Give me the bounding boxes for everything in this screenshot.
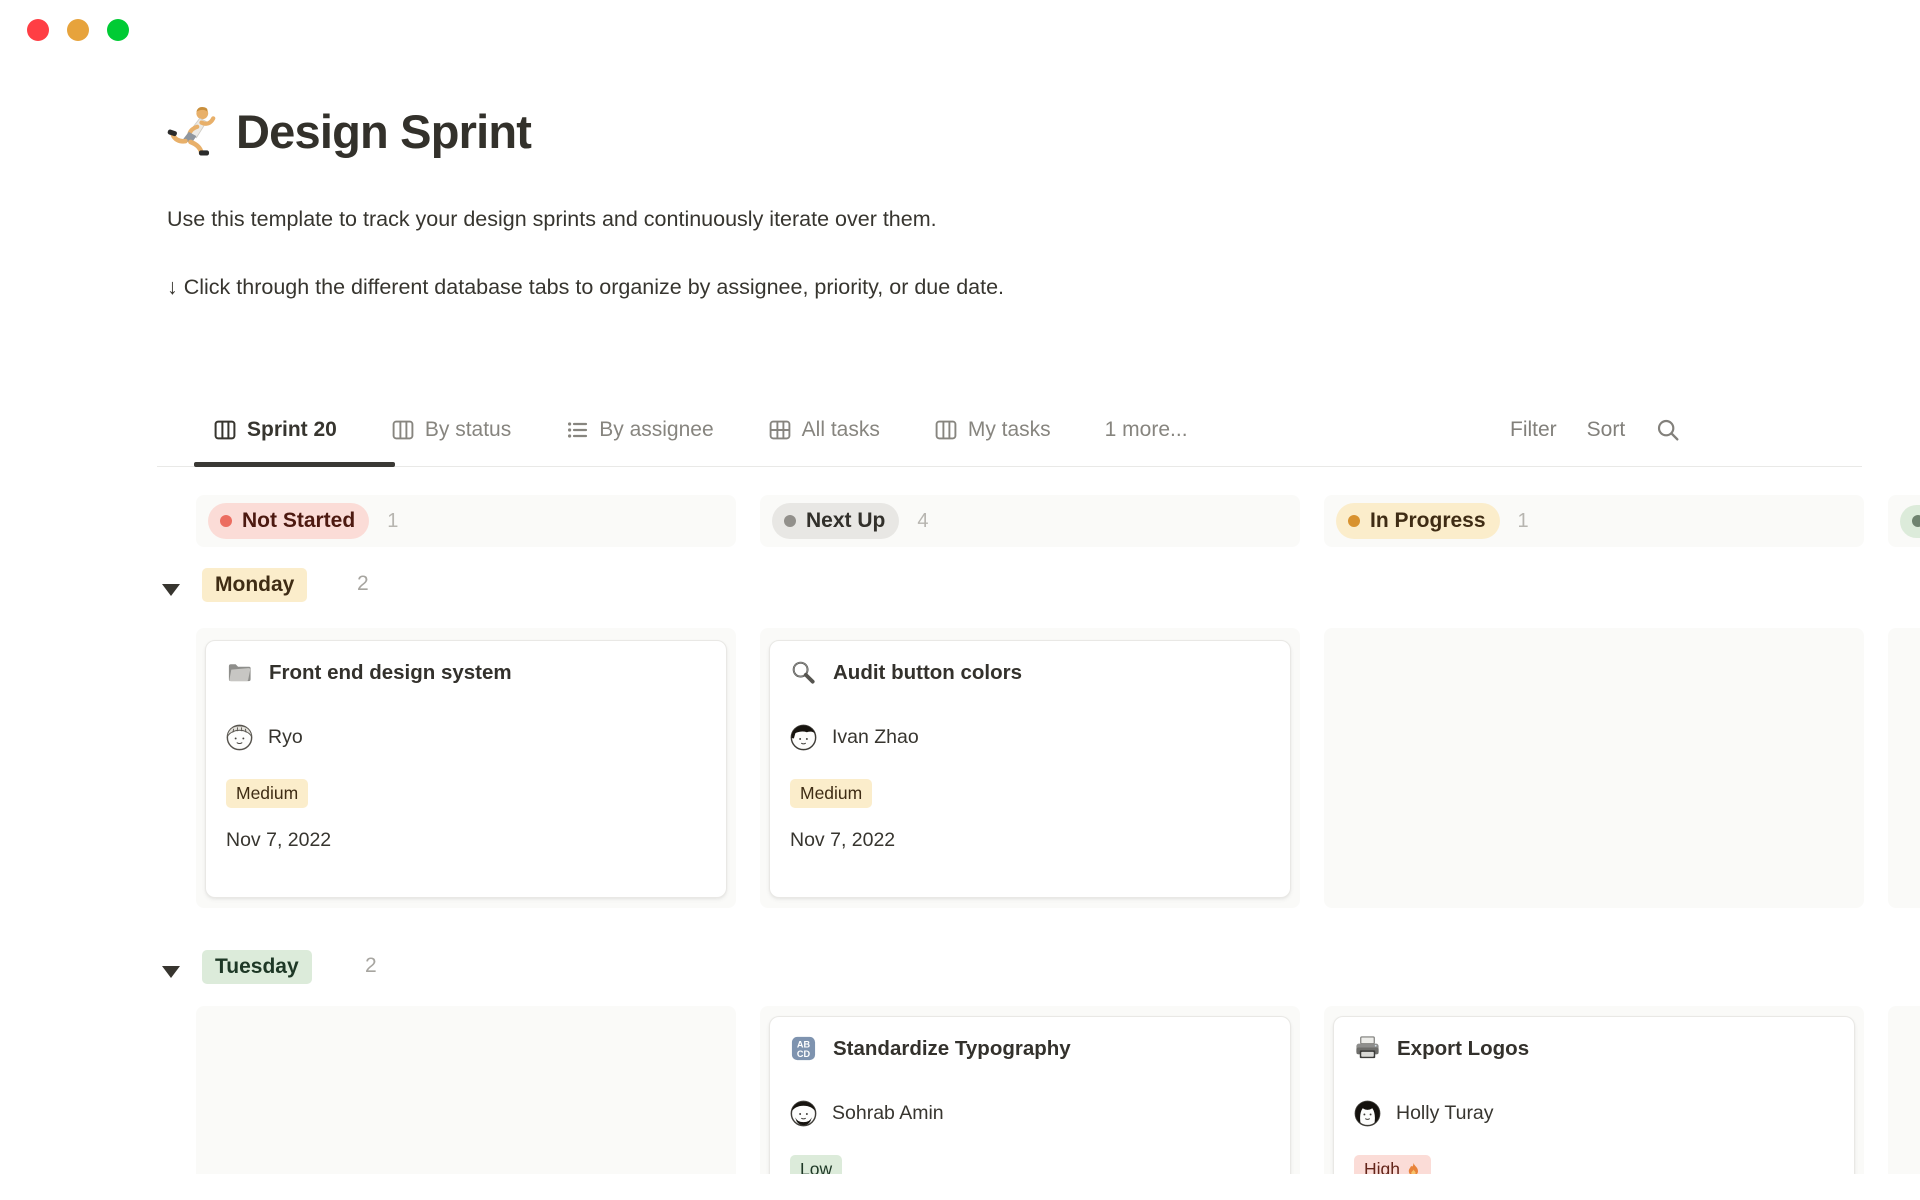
- tab-label: All tasks: [802, 418, 880, 442]
- priority-badge: Low: [790, 1155, 842, 1174]
- column-lane-partial: [1888, 628, 1920, 908]
- abcd-icon: AB CD: [790, 1035, 817, 1062]
- collapse-toggle-monday[interactable]: [162, 584, 180, 596]
- status-badge: Next Up: [772, 503, 899, 539]
- status-label: In Progress: [1370, 509, 1486, 533]
- tab-all-tasks[interactable]: All tasks: [749, 408, 899, 452]
- window-controls: [27, 19, 129, 41]
- search-icon[interactable]: [1655, 417, 1681, 443]
- tab-my-tasks[interactable]: My tasks: [915, 408, 1070, 452]
- board-icon: [213, 418, 237, 442]
- column-lane-empty: [1324, 628, 1864, 908]
- priority-badge: High: [1354, 1155, 1431, 1174]
- close-window-button[interactable]: [27, 19, 49, 41]
- group-count-monday: 2: [357, 572, 369, 596]
- avatar-sohrab-amin: [790, 1100, 817, 1127]
- column-header-partial[interactable]: [1888, 495, 1920, 547]
- tab-label: By status: [425, 418, 511, 442]
- tab-label: 1 more...: [1105, 418, 1188, 442]
- avatar-holly-turay: [1354, 1100, 1381, 1127]
- notion-window: Design Sprint Use this template to track…: [0, 0, 1920, 1200]
- active-tab-underline: [194, 462, 395, 467]
- due-date: Nov 7, 2022: [226, 829, 706, 852]
- column-count: 4: [917, 510, 928, 533]
- task-card-export-logos[interactable]: Export Logos Holly Turay High: [1333, 1016, 1855, 1174]
- assignee-name: Holly Turay: [1396, 1102, 1494, 1125]
- kanban-board: Not Started 1 Next Up 4 In Progress 1 Mo: [0, 480, 1920, 1174]
- view-toolbar: Filter Sort: [1510, 408, 1681, 452]
- view-tabs: Sprint 20 By status By assignee: [194, 408, 1207, 452]
- svg-text:CD: CD: [797, 1049, 811, 1059]
- tab-more-views[interactable]: 1 more...: [1086, 408, 1207, 452]
- folder-icon: [226, 659, 253, 686]
- tab-label: My tasks: [968, 418, 1051, 442]
- tab-sprint-20[interactable]: Sprint 20: [194, 408, 356, 452]
- task-card-audit-button-colors[interactable]: Audit button colors Ivan Zhao Medium: [769, 640, 1291, 898]
- tab-by-status[interactable]: By status: [372, 408, 530, 452]
- priority-label: High: [1364, 1159, 1400, 1174]
- page-header: Design Sprint: [166, 102, 531, 160]
- page-hint: ↓ Click through the different database t…: [167, 273, 1004, 301]
- list-icon: [565, 418, 589, 442]
- group-pill-tuesday[interactable]: Tuesday: [202, 950, 312, 984]
- sort-button[interactable]: Sort: [1587, 418, 1626, 442]
- task-card-standardize-typography[interactable]: AB CD Standardize Typography Sohrab Amin: [769, 1016, 1291, 1174]
- column-count: 1: [1518, 510, 1529, 533]
- card-title: Front end design system: [269, 661, 512, 685]
- board-icon: [934, 418, 958, 442]
- page-description: Use this template to track your design s…: [167, 205, 937, 233]
- column-lane-empty: [196, 1006, 736, 1174]
- priority-badge: Medium: [226, 779, 308, 808]
- status-dot-icon: [784, 515, 796, 527]
- status-label: Next Up: [806, 509, 885, 533]
- table-icon: [768, 418, 792, 442]
- status-dot-icon: [1912, 515, 1920, 527]
- column-header-in-progress[interactable]: In Progress 1: [1324, 495, 1864, 547]
- fire-icon: [1406, 1162, 1421, 1174]
- collapse-toggle-tuesday[interactable]: [162, 966, 180, 978]
- svg-text:AB: AB: [797, 1040, 811, 1050]
- assignee-name: Ryo: [268, 726, 303, 749]
- avatar-ivan-zhao: [790, 724, 817, 751]
- status-dot-icon: [1348, 515, 1360, 527]
- column-header-next-up[interactable]: Next Up 4: [760, 495, 1300, 547]
- assignee-name: Sohrab Amin: [832, 1102, 944, 1125]
- due-date: Nov 7, 2022: [790, 829, 1270, 852]
- minimize-window-button[interactable]: [67, 19, 89, 41]
- tab-by-assignee[interactable]: By assignee: [546, 408, 732, 452]
- column-header-not-started[interactable]: Not Started 1: [196, 495, 736, 547]
- card-title: Export Logos: [1397, 1037, 1529, 1061]
- status-label: Not Started: [242, 509, 355, 533]
- page-title: Design Sprint: [236, 104, 531, 159]
- zoom-window-button[interactable]: [107, 19, 129, 41]
- magnifier-icon: [790, 659, 817, 686]
- status-badge: [1900, 505, 1920, 538]
- assignee-name: Ivan Zhao: [832, 726, 919, 749]
- board-icon: [391, 418, 415, 442]
- column-lane-partial: [1888, 1006, 1920, 1174]
- priority-badge: Medium: [790, 779, 872, 808]
- status-badge: Not Started: [208, 503, 369, 539]
- task-card-front-end-design-system[interactable]: Front end design system Ryo Medium: [205, 640, 727, 898]
- avatar-ryo: [226, 724, 253, 751]
- card-title: Standardize Typography: [833, 1037, 1071, 1061]
- tab-label: By assignee: [599, 418, 713, 442]
- runner-emoji-icon: [166, 102, 220, 160]
- column-count: 1: [387, 510, 398, 533]
- tab-label: Sprint 20: [247, 418, 337, 442]
- group-pill-monday[interactable]: Monday: [202, 568, 307, 602]
- status-dot-icon: [220, 515, 232, 527]
- status-badge: In Progress: [1336, 503, 1500, 539]
- card-title: Audit button colors: [833, 661, 1022, 685]
- printer-icon: [1354, 1035, 1381, 1062]
- group-count-tuesday: 2: [365, 954, 377, 978]
- tabbar-divider: [157, 466, 1862, 467]
- filter-button[interactable]: Filter: [1510, 418, 1557, 442]
